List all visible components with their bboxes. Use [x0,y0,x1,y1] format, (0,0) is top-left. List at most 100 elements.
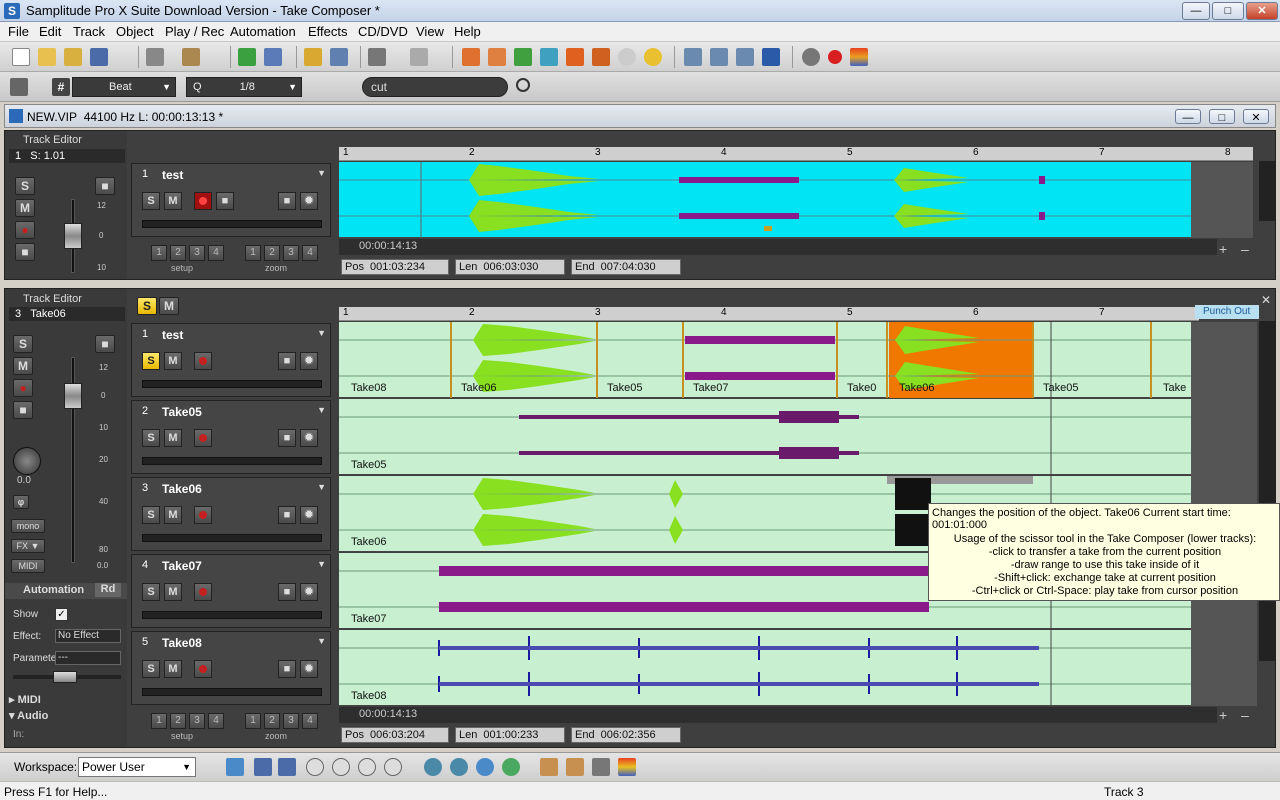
close-button[interactable]: ✕ [1246,2,1278,20]
upper-vertical-scrollbar[interactable] [1259,161,1275,221]
track-mute-button[interactable]: M [164,192,182,210]
cd-icon[interactable] [618,48,636,66]
grid-hash-icon[interactable]: # [52,78,70,96]
mixer-icon[interactable] [850,48,868,66]
layout-icon[interactable] [226,758,244,776]
track-name[interactable]: Take07 [162,559,202,573]
track-name[interactable]: Take06 [162,482,202,496]
pan-knob[interactable] [13,447,41,475]
track-fx-icon[interactable]: ✹ [300,583,318,601]
automation-mode-button[interactable]: Rd [95,583,121,597]
setup-4-button[interactable]: 4 [208,713,224,729]
midi-button[interactable]: MIDI [11,559,45,573]
upper-solo-button[interactable]: S [15,177,35,195]
menu-edit[interactable]: Edit [39,24,61,39]
track-solo-button[interactable]: S [142,192,160,210]
menu-automation[interactable]: Automation [230,24,296,39]
phase-button[interactable]: φ [13,495,29,509]
lower-vertical-scrollbar[interactable] [1259,321,1275,661]
track-menu-arrow[interactable]: ▼ [317,559,326,569]
upper-track-header[interactable]: 1 test ▼ S M ■ ■ ✹ [131,163,331,237]
track-solo-button[interactable]: S [142,660,160,678]
save-icon[interactable] [90,48,108,66]
lower-record-button[interactable]: ● [13,379,33,397]
tool-cursor-icon[interactable] [146,48,164,66]
zoom-1-button[interactable]: 1 [245,245,261,261]
track-record-button[interactable] [194,192,212,210]
eq-icon[interactable] [540,758,558,776]
track-monitor-icon[interactable]: ■ [216,192,234,210]
lower-speaker-icon[interactable]: ■ [95,335,115,353]
upper-record-button[interactable]: ● [15,221,35,239]
maximize-button[interactable]: □ [1212,2,1244,20]
track-mute-button[interactable]: M [164,506,182,524]
track-lock-icon[interactable]: ■ [278,352,296,370]
transport-view-icon[interactable] [278,758,296,776]
track-menu-arrow[interactable]: ▼ [317,636,326,646]
nav-down-icon[interactable] [450,758,468,776]
automation-section[interactable]: Automation Rd [5,583,127,599]
upper-zoom-in-icon[interactable]: + [1219,241,1227,257]
lower-volume-fader[interactable] [64,383,82,409]
lower-track-select[interactable]: 3 Take06 [9,307,125,321]
marker-p-icon[interactable] [488,48,506,66]
upper-audio-object[interactable] [339,162,1191,238]
zoom-2-button[interactable]: 2 [264,713,280,729]
take-track-header-4[interactable]: 4 Take07 ▼ S M ■ ✹ [131,554,331,628]
view-3-icon[interactable] [358,758,376,776]
nav-up-icon[interactable] [476,758,494,776]
align-icon[interactable] [304,48,322,66]
open-folder-icon[interactable] [38,48,56,66]
track-menu-arrow[interactable]: ▼ [317,405,326,415]
track-lock-icon[interactable]: ■ [278,429,296,447]
track-record-button[interactable] [194,660,212,678]
track-mute-button[interactable]: M [164,660,182,678]
lower-lock-button[interactable]: ■ [13,401,33,419]
track-mute-button[interactable]: M [164,352,182,370]
take-lane-take05[interactable]: Take05 [339,399,1191,475]
view-1-icon[interactable] [306,758,324,776]
marker-s-icon[interactable] [514,48,532,66]
project-restore-button[interactable]: □ [1209,109,1235,124]
take-track-header-5[interactable]: 5 Take08 ▼ S M ■ ✹ [131,631,331,705]
undo-icon[interactable] [368,48,386,66]
upper-scrollbar[interactable]: 00:00:14:13 [339,239,1217,255]
upper-zoom-out-icon[interactable]: – [1241,241,1249,257]
record-icon[interactable] [828,50,842,64]
redo-icon[interactable] [410,48,428,66]
track-lock-icon[interactable]: ■ [278,506,296,524]
show-checkbox[interactable]: ✓ [55,608,68,621]
take-lane-comp[interactable]: Take08 Take06 Take05 Take07 Take0 Take06… [339,322,1191,398]
view-2-icon[interactable] [332,758,350,776]
take-composer-close-icon[interactable]: ✕ [1261,293,1271,307]
track-fx-icon[interactable]: ✹ [300,192,318,210]
new-file-icon[interactable] [12,48,30,66]
fx-button[interactable]: FX ▼ [11,539,45,553]
upper-lock-button[interactable]: ■ [15,243,35,261]
upper-pos-field[interactable]: Pos 001:03:234 [341,259,449,275]
upper-mute-button[interactable]: M [15,199,35,217]
search-input[interactable]: cut [362,77,508,97]
track-name[interactable]: test [162,328,183,342]
quantize-select[interactable]: Q 1/8 ▼ [186,77,302,97]
scissor-tool-icon[interactable] [238,48,256,66]
stop-icon[interactable] [762,48,780,66]
track-lock-icon[interactable]: ■ [278,192,296,210]
zoom-4-button[interactable]: 4 [302,245,318,261]
nav-icon[interactable] [424,758,442,776]
lower-end-field[interactable]: End 006:02:356 [571,727,681,743]
setup-4-button[interactable]: 4 [208,245,224,261]
track-record-button[interactable] [194,429,212,447]
zoom-in-icon[interactable] [684,48,702,66]
lower-timeline-ruler[interactable]: 1 2 3 4 5 6 7 [339,307,1199,321]
menu-help[interactable]: Help [454,24,481,39]
menu-effects[interactable]: Effects [308,24,348,39]
nav-green-icon[interactable] [502,758,520,776]
zoom-1-button[interactable]: 1 [245,713,261,729]
track-menu-arrow[interactable]: ▼ [317,482,326,492]
setup-3-button[interactable]: 3 [189,713,205,729]
upper-track-select[interactable]: 1 S: 1.01 [9,149,125,163]
minimize-button[interactable]: — [1182,2,1210,20]
track-name[interactable]: Take05 [162,405,202,419]
menu-view[interactable]: View [416,24,444,39]
